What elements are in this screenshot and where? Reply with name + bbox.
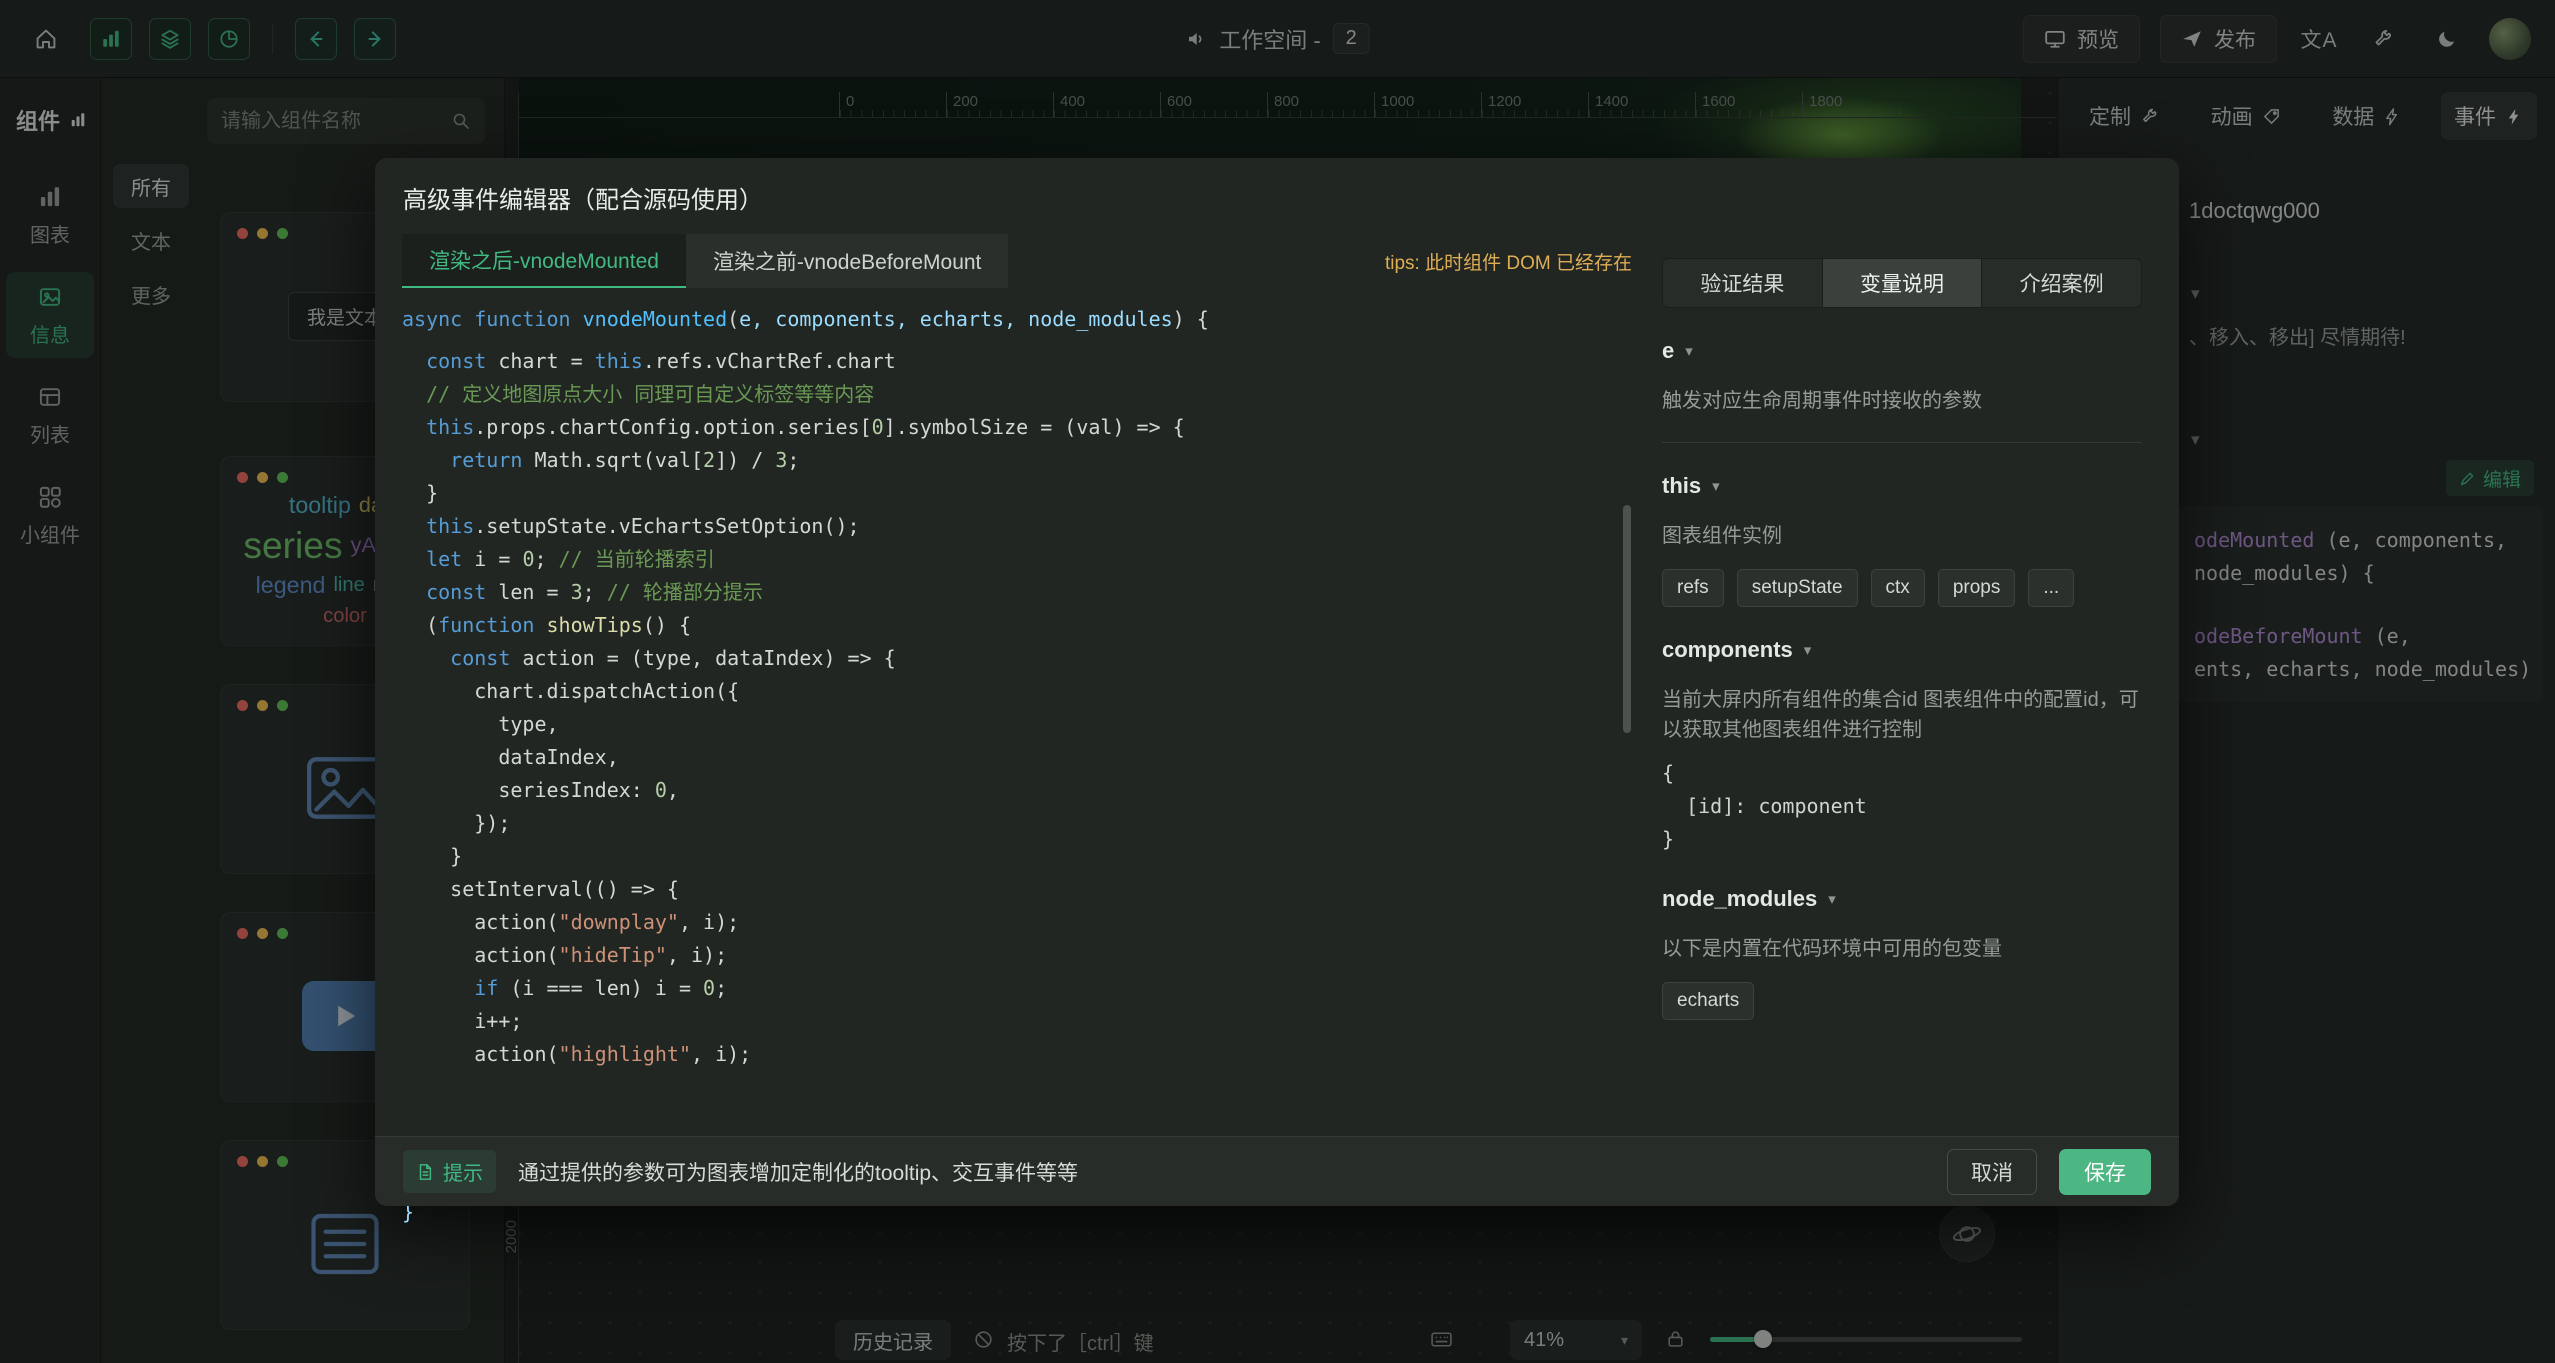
param-chip: echarts — [1662, 982, 1754, 1020]
code-line: dataIndex, — [402, 741, 1632, 774]
app-root: 工作空间 - 2 预览 发布 文A 组件 — [0, 0, 2555, 1363]
param-chip: setupState — [1737, 569, 1858, 607]
chevron-down-icon: ▾ — [1804, 641, 1812, 659]
doc-code-sample: { [id]: component } — [1662, 757, 2142, 856]
doc-divider — [1662, 442, 2142, 443]
tab-vnode-before-mount[interactable]: 渲染之前-vnodeBeforeMount — [686, 234, 1008, 288]
code-line: // 定义地图原点大小 同理可自定义标签等等内容 — [402, 378, 1632, 411]
doc-section-e[interactable]: e ▾ — [1662, 338, 2142, 364]
code-line: action("hideTip", i); — [402, 939, 1632, 972]
chevron-down-icon: ▾ — [1712, 477, 1720, 495]
code-line: action("downplay", i); — [402, 906, 1632, 939]
tab-vnode-mounted[interactable]: 渲染之后-vnodeMounted — [402, 234, 686, 288]
tab-variable-docs[interactable]: 变量说明 — [1822, 259, 1982, 307]
param-chip-list: refs setupState ctx props... — [1662, 569, 2142, 607]
doc-section-name: this — [1662, 473, 1701, 499]
doc-section-name: components — [1662, 637, 1793, 663]
editor-scrollbar[interactable] — [1623, 505, 1631, 733]
docs-tabs: 验证结果 变量说明 介绍案例 — [1662, 258, 2142, 308]
code-line: i++; — [402, 1005, 1632, 1038]
doc-section-desc: 以下是内置在代码环境中可用的包变量 — [1662, 934, 2142, 964]
doc-section-name: node_modules — [1662, 886, 1817, 912]
doc-section-desc: 触发对应生命周期事件时接收的参数 — [1662, 386, 2142, 416]
tab-validation-result[interactable]: 验证结果 — [1663, 259, 1822, 307]
doc-section-node-modules[interactable]: node_modules ▾ — [1662, 886, 2142, 912]
doc-section-desc: 图表组件实例 — [1662, 521, 2142, 551]
param-chip-list: echarts — [1662, 982, 2142, 1020]
lifecycle-tabbar: 渲染之后-vnodeMounted 渲染之前-vnodeBeforeMount … — [402, 234, 1632, 288]
doc-section-this[interactable]: this ▾ — [1662, 473, 2142, 499]
docs-panel: 验证结果 变量说明 介绍案例 e ▾ 触发对应生命周期事件时接收的参数 this… — [1662, 258, 2142, 1020]
code-line: action("highlight", i); — [402, 1038, 1632, 1071]
tab-examples[interactable]: 介绍案例 — [1981, 259, 2141, 307]
code-line: const action = (type, dataIndex) => { — [402, 642, 1632, 675]
code-line: let i = 0; // 当前轮播索引 — [402, 543, 1632, 576]
tip-badge-label: 提示 — [443, 1157, 483, 1186]
chevron-down-icon: ▾ — [1828, 890, 1836, 908]
save-button[interactable]: 保存 — [2059, 1149, 2151, 1195]
modal-title: 高级事件编辑器（配合源码使用） — [403, 180, 763, 215]
doc-section-desc: 当前大屏内所有组件的集合id 图表组件中的配置id，可以获取其他图表组件进行控制 — [1662, 685, 2142, 745]
code-line: const len = 3; // 轮播部分提示 — [402, 576, 1632, 609]
dom-tip-text: tips: 此时组件 DOM 已经存在 — [1385, 248, 1632, 275]
advanced-event-editor-modal: 高级事件编辑器（配合源码使用） 渲染之后-vnodeMounted 渲染之前-v… — [375, 158, 2179, 1206]
code-line: this.props.chartConfig.option.series[0].… — [402, 411, 1632, 444]
code-line: } — [402, 477, 1632, 510]
code-line: this.setupState.vEchartsSetOption(); — [402, 510, 1632, 543]
code-line: chart.dispatchAction({ — [402, 675, 1632, 708]
code-line: type, — [402, 708, 1632, 741]
code-line: if (i === len) i = 0; — [402, 972, 1632, 1005]
param-chip: ctx — [1871, 569, 1925, 607]
cancel-button[interactable]: 取消 — [1947, 1149, 2037, 1195]
code-line: } — [402, 840, 1632, 873]
param-chip: props — [1938, 569, 2016, 607]
code-line: (function showTips() { — [402, 609, 1632, 642]
document-icon — [416, 1163, 434, 1181]
code-line: }); — [402, 807, 1632, 840]
modal-footer: 提示 通过提供的参数可为图表增加定制化的tooltip、交互事件等等 取消 保存 — [375, 1136, 2179, 1206]
chevron-down-icon: ▾ — [1685, 342, 1693, 360]
code-line: seriesIndex: 0, — [402, 774, 1632, 807]
param-chip: ... — [2028, 569, 2074, 607]
code-line: async function vnodeMounted(e, component… — [402, 303, 1632, 336]
code-editor[interactable]: async function vnodeMounted(e, component… — [402, 303, 1632, 1193]
footer-message: 通过提供的参数可为图表增加定制化的tooltip、交互事件等等 — [518, 1157, 1078, 1187]
code-line: return Math.sqrt(val[2]) / 3; — [402, 444, 1632, 477]
doc-section-components[interactable]: components ▾ — [1662, 637, 2142, 663]
param-chip: refs — [1662, 569, 1724, 607]
doc-section-name: e — [1662, 338, 1674, 364]
code-line: setInterval(() => { — [402, 873, 1632, 906]
tip-badge: 提示 — [403, 1150, 496, 1193]
code-line: const chart = this.refs.vChartRef.chart — [402, 345, 1632, 378]
